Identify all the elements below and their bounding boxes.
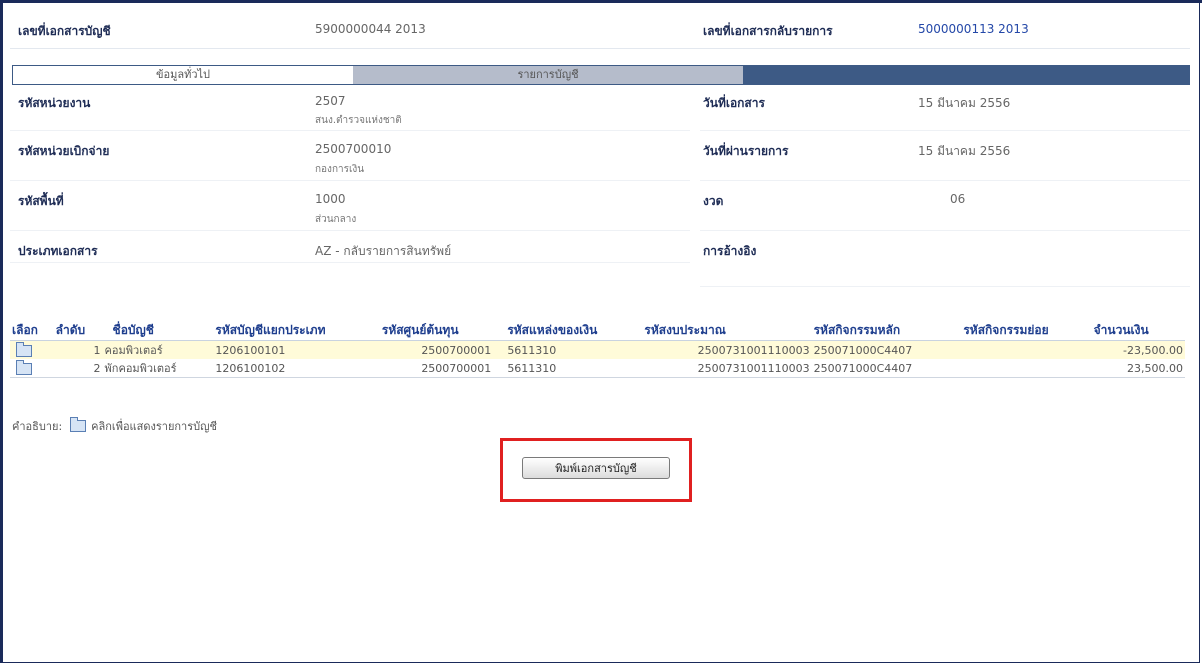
col-seq: ลำดับ: [53, 320, 103, 341]
main-activity-cell: 250071000C4407: [811, 340, 962, 359]
print-document-button[interactable]: พิมพ์เอกสารบัญชี: [522, 457, 670, 479]
document-header: เลขที่เอกสารบัญชี 5900000044 2013 เลขที่…: [10, 18, 1190, 49]
period-value: 06: [950, 192, 966, 206]
reverse-no-label: เลขที่เอกสารกลับรายการ: [703, 24, 833, 38]
col-main-activity: รหัสกิจกรรมหลัก: [811, 320, 962, 341]
account-name-cell: คอมพิวเตอร์: [102, 340, 214, 359]
reference-label: การอ้างอิง: [703, 244, 757, 258]
cost-center-cell: 2500700001: [379, 359, 506, 378]
account-table: เลือก ลำดับ ชื่อบัญชี รหัสบัญชีแยกประเภท…: [10, 320, 1185, 378]
tab-general-info[interactable]: ข้อมูลทั่วไป: [13, 66, 353, 84]
tab-account-items[interactable]: รายการบัญชี: [353, 66, 743, 84]
select-cell[interactable]: [10, 359, 54, 378]
legend-prefix: คำอธิบาย:: [12, 420, 63, 433]
cost-center-cell: 2500700001: [379, 340, 506, 359]
unit-code-sub: สนง.ตำรวจแห่งชาติ: [315, 115, 402, 126]
col-fund-source: รหัสแหล่งของเงิน: [505, 320, 643, 341]
area-value: 1000: [315, 192, 346, 206]
folder-icon[interactable]: [16, 359, 32, 375]
divider: [700, 230, 1190, 231]
post-date-value: 15 มีนาคม 2556: [918, 144, 1011, 158]
divider: [700, 180, 1190, 181]
gl-code-cell: 1206100102: [213, 359, 380, 378]
account-name-cell: พักคอมพิวเตอร์: [102, 359, 214, 378]
col-cost-center: รหัสศูนย์ต้นทุน: [379, 320, 506, 341]
col-select: เลือก: [10, 320, 54, 341]
budget-code-cell: 2500731001110003: [642, 340, 812, 359]
col-gl-code: รหัสบัญชีแยกประเภท: [213, 320, 380, 341]
divider: [700, 286, 1190, 287]
unit-code-label: รหัสหน่วยงาน: [18, 96, 91, 110]
budget-code-cell: 2500731001110003: [642, 359, 812, 378]
post-date-label: วันที่ผ่านรายการ: [703, 144, 789, 158]
area-sub: ส่วนกลาง: [315, 214, 357, 225]
folder-icon: [69, 417, 86, 432]
table-header-row: เลือก ลำดับ ชื่อบัญชี รหัสบัญชีแยกประเภท…: [10, 320, 1185, 341]
doc-no-value: 5900000044 2013: [315, 22, 426, 36]
doc-date-label: วันที่เอกสาร: [703, 96, 765, 110]
col-account-name: ชื่อบัญชี: [102, 320, 214, 341]
disb-unit-sub: กองการเงิน: [315, 164, 365, 175]
folder-icon[interactable]: [16, 341, 32, 357]
area-label: รหัสพื้นที่: [18, 194, 64, 208]
divider: [10, 262, 690, 263]
table-row: 1 คอมพิวเตอร์ 1206100101 2500700001 5611…: [10, 340, 1185, 359]
divider: [10, 180, 690, 181]
fund-source-cell: 5611310: [505, 340, 643, 359]
doc-no-label: เลขที่เอกสารบัญชี: [18, 24, 111, 38]
doc-date-value: 15 มีนาคม 2556: [918, 96, 1011, 110]
fund-source-cell: 5611310: [505, 359, 643, 378]
period-label: งวด: [703, 194, 724, 208]
doc-type-label: ประเภทเอกสาร: [18, 244, 98, 258]
unit-code-value: 2507: [315, 94, 346, 108]
gl-code-cell: 1206100101: [213, 340, 380, 359]
tab-bar: ข้อมูลทั่วไป รายการบัญชี: [12, 65, 1190, 85]
col-sub-activity: รหัสกิจกรรมย่อย: [961, 320, 1092, 341]
amount-cell: 23,500.00: [1091, 359, 1185, 378]
seq-cell: 2: [53, 359, 103, 378]
col-budget-code: รหัสงบประมาณ: [642, 320, 812, 341]
doc-type-value: AZ - กลับรายการสินทรัพย์: [315, 244, 452, 258]
amount-cell: -23,500.00: [1091, 340, 1185, 359]
disb-unit-value: 2500700010: [315, 142, 392, 156]
disb-unit-label: รหัสหน่วยเบิกจ่าย: [18, 144, 110, 158]
table-row: 2 พักคอมพิวเตอร์ 1206100102 2500700001 5…: [10, 359, 1185, 378]
seq-cell: 1: [53, 340, 103, 359]
reverse-no-value: 5000000113 2013: [918, 22, 1029, 36]
divider: [10, 230, 690, 231]
col-amount: จำนวนเงิน: [1091, 320, 1185, 341]
sub-activity-cell: [961, 359, 1092, 378]
legend-text: คลิกเพื่อแสดงรายการบัญชี: [91, 420, 217, 433]
divider: [10, 130, 690, 131]
sub-activity-cell: [961, 340, 1092, 359]
select-cell[interactable]: [10, 340, 54, 359]
divider: [700, 130, 1190, 131]
legend: คำอธิบาย: คลิกเพื่อแสดงรายการบัญชี: [12, 417, 217, 435]
main-activity-cell: 250071000C4407: [811, 359, 962, 378]
